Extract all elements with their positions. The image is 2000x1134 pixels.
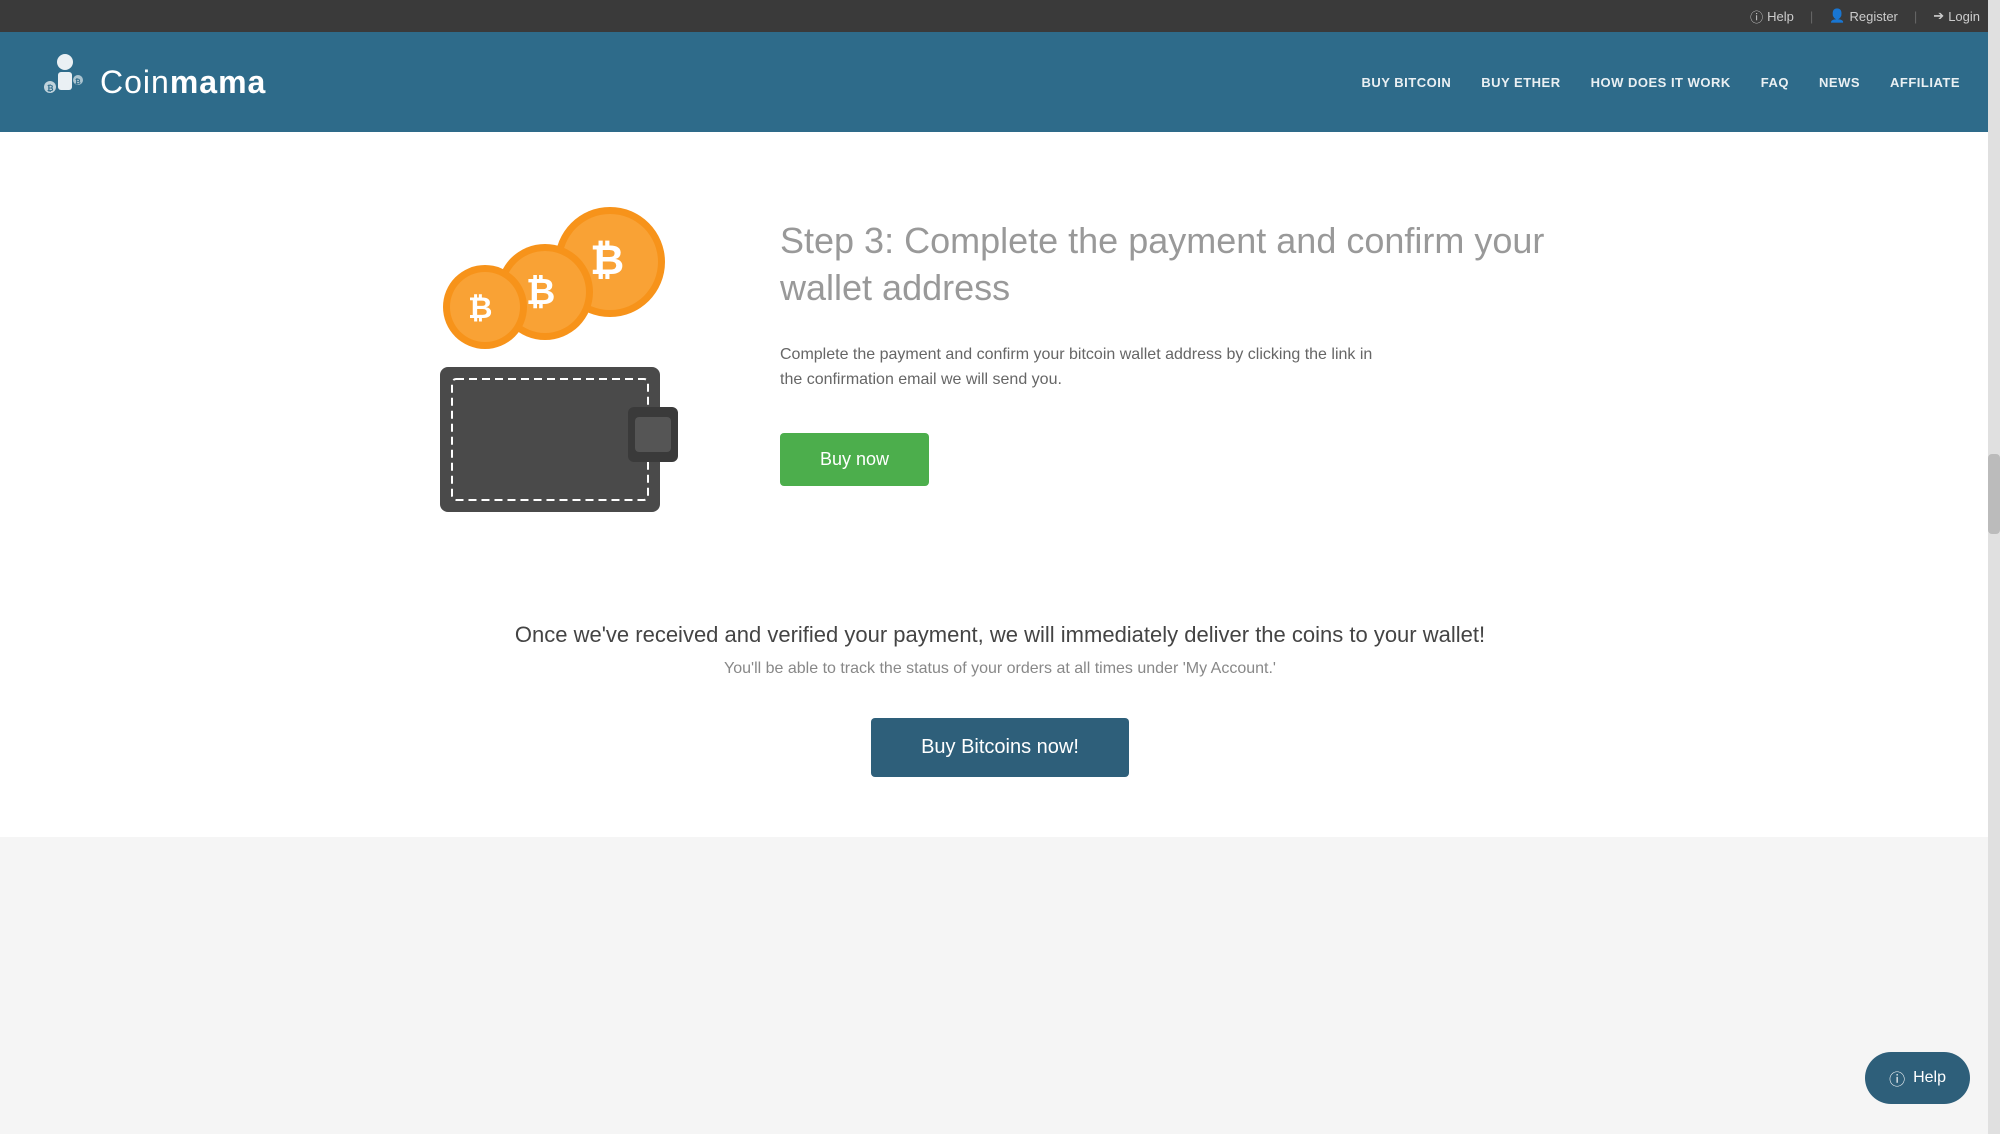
login-icon: ➔ bbox=[1933, 8, 1944, 24]
login-link[interactable]: ➔ Login bbox=[1933, 8, 1980, 24]
help-link[interactable]: ⓘ Help bbox=[1750, 7, 1794, 26]
logo-icon: ₿ ₿ bbox=[40, 52, 90, 112]
scrollbar-track bbox=[1988, 0, 2000, 1134]
svg-text:₿: ₿ bbox=[75, 78, 81, 86]
main-nav: BUY BITCOIN BUY ETHER HOW DOES IT WORK F… bbox=[1361, 75, 1960, 90]
step-title: Step 3: Complete the payment and confirm… bbox=[780, 218, 1620, 312]
person-icon: 👤 bbox=[1829, 8, 1845, 24]
logo-text: Coinmama bbox=[100, 64, 266, 101]
help-circle-icon: ⓘ bbox=[1750, 7, 1763, 26]
step-section: ₿ ₿ ₿ Step 3: Complete the payment and c… bbox=[300, 132, 1700, 572]
nav-how-it-works[interactable]: HOW DOES IT WORK bbox=[1591, 75, 1731, 90]
delivery-sub-text: You'll be able to track the status of yo… bbox=[40, 660, 1960, 678]
register-link[interactable]: 👤 Register bbox=[1829, 8, 1898, 24]
help-float-button[interactable]: ⓘ Help bbox=[1865, 1052, 1970, 1104]
help-float-icon: ⓘ bbox=[1889, 1066, 1905, 1090]
nav-buy-bitcoin[interactable]: BUY BITCOIN bbox=[1361, 75, 1451, 90]
wallet-illustration: ₿ ₿ ₿ bbox=[380, 192, 700, 512]
delivery-section: Once we've received and verified your pa… bbox=[0, 572, 2000, 837]
nav-faq[interactable]: FAQ bbox=[1761, 75, 1789, 90]
svg-text:₿: ₿ bbox=[468, 292, 492, 325]
divider-1: | bbox=[1810, 9, 1813, 24]
buy-bitcoins-now-button[interactable]: Buy Bitcoins now! bbox=[871, 718, 1129, 777]
delivery-main-text: Once we've received and verified your pa… bbox=[40, 622, 1960, 648]
scrollbar-thumb[interactable] bbox=[1988, 454, 2000, 534]
step-description: Complete the payment and confirm your bi… bbox=[780, 342, 1380, 393]
divider-2: | bbox=[1914, 9, 1917, 24]
svg-text:₿: ₿ bbox=[47, 84, 54, 93]
svg-text:₿: ₿ bbox=[526, 271, 555, 312]
svg-text:₿: ₿ bbox=[590, 236, 624, 283]
nav-news[interactable]: NEWS bbox=[1819, 75, 1860, 90]
header: ₿ ₿ Coinmama BUY BITCOIN BUY ETHER HOW D… bbox=[0, 32, 2000, 132]
nav-affiliate[interactable]: AFFILIATE bbox=[1890, 75, 1960, 90]
buy-now-button[interactable]: Buy now bbox=[780, 433, 929, 486]
nav-buy-ether[interactable]: BUY ETHER bbox=[1481, 75, 1560, 90]
step-content: Step 3: Complete the payment and confirm… bbox=[780, 218, 1620, 486]
main-content: ₿ ₿ ₿ Step 3: Complete the payment and c… bbox=[0, 132, 2000, 837]
logo-link[interactable]: ₿ ₿ Coinmama bbox=[40, 52, 266, 112]
top-bar: ⓘ Help | 👤 Register | ➔ Login bbox=[0, 0, 2000, 32]
